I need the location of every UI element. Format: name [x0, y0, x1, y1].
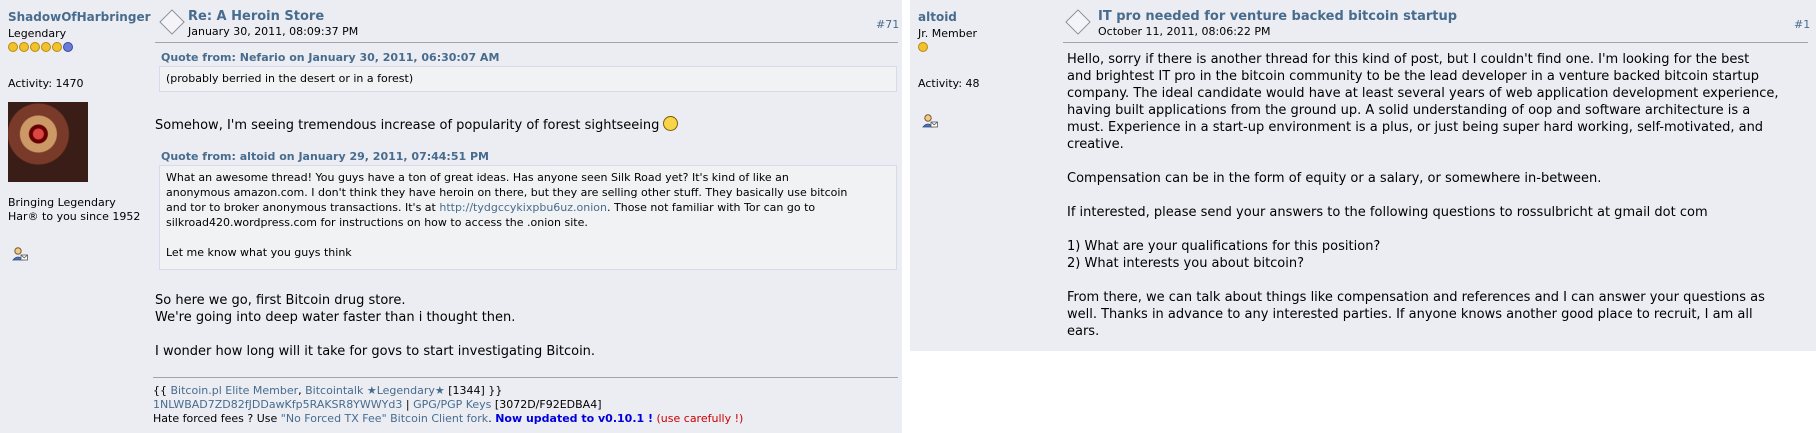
rank-star-icon: [52, 42, 62, 52]
bio-line: Bringing Legendary: [8, 196, 116, 209]
member-rank: Jr. Member: [918, 27, 977, 40]
post-number-link[interactable]: #71: [876, 18, 899, 31]
rank-star-icon: [8, 42, 18, 52]
sig-text: |: [402, 398, 414, 411]
sig-link-bitcointalk[interactable]: Bitcointalk ★Legendary★: [305, 384, 445, 397]
body-line: So here we go, first Bitcoin drug store.: [155, 293, 406, 308]
sig-careful-text: (use carefully !): [653, 412, 744, 425]
sig-gpg-link[interactable]: GPG/PGP Keys: [413, 398, 491, 411]
sig-text: [1344] }}: [444, 384, 503, 397]
rank-star-icon: [30, 42, 40, 52]
post-date: October 11, 2011, 08:06:22 PM: [1098, 25, 1271, 38]
signature-divider: [153, 377, 898, 378]
quote-box: What an awesome thread! You guys have a …: [159, 165, 897, 270]
post-subject-link[interactable]: IT pro needed for venture backed bitcoin…: [1098, 9, 1457, 24]
onion-link[interactable]: http://tydgccykixpbu6uz.onion: [439, 201, 607, 214]
signature-line: 1NLWBAD7ZD82fJDDawKfp5RAKSR8YWWYd3 | GPG…: [153, 398, 743, 412]
quote-text: and tor to broker anonymous transactions…: [166, 201, 440, 214]
rank-stars: [918, 42, 1068, 56]
body-line: 1) What are your qualifications for this…: [1067, 239, 1381, 254]
post-body: So here we go, first Bitcoin drug store.…: [155, 292, 595, 360]
smiley-icon: [663, 116, 679, 131]
body-line: From there, we can talk about things lik…: [1067, 290, 1765, 305]
body-line: If interested, please send your answers …: [1067, 205, 1708, 220]
signature-line: Hate forced fees ? Use "No Forced TX Fee…: [153, 412, 743, 426]
quote-line: What an awesome thread! You guys have a …: [166, 171, 789, 184]
post-subject-link[interactable]: Re: A Heroin Store: [188, 9, 324, 24]
quote-line: anonymous amazon.com. I don't think they…: [166, 186, 848, 199]
poster-info: ShadowOfHarbringer Legendary: [8, 10, 158, 56]
quote-header-link[interactable]: Quote from: Nefario on January 30, 2011,…: [161, 51, 499, 64]
body-line: creative.: [1067, 137, 1124, 152]
rank-star-icon: [19, 42, 29, 52]
body-line: having built applications from the groun…: [1067, 103, 1751, 118]
avatar: [8, 102, 88, 182]
paragraph-text: Somehow, I'm seeing tremendous increase …: [155, 118, 660, 133]
body-line: company. The ideal candidate would have …: [1067, 86, 1779, 101]
personal-message-icon[interactable]: [922, 113, 938, 129]
quote-text: . Those not familiar with Tor can go to: [607, 201, 816, 214]
member-rank: Legendary: [8, 27, 67, 40]
sig-text: Hate forced fees ? Use: [153, 412, 281, 425]
body-line: must. Experience in a start-up environme…: [1067, 120, 1764, 135]
sig-client-fork-link[interactable]: "No Forced TX Fee" Bitcoin Client fork: [281, 412, 488, 425]
body-line: and brightest IT pro in the bitcoin comm…: [1067, 69, 1760, 84]
quote-line: and tor to broker anonymous transactions…: [166, 200, 890, 215]
quote-line: Let me know what you guys think: [166, 246, 352, 259]
post-paragraph: Somehow, I'm seeing tremendous increase …: [155, 116, 679, 134]
sig-link-bitcoin-pl[interactable]: Bitcoin.pl Elite Member: [171, 384, 299, 397]
body-line: well. Thanks in advance to any intereste…: [1067, 307, 1753, 322]
poster-info: altoid Jr. Member: [918, 10, 1068, 56]
body-line: Hello, sorry if there is another thread …: [1067, 52, 1750, 67]
rank-stars: [8, 42, 158, 56]
activity-count: Activity: 1470: [8, 77, 84, 90]
signature: {{ Bitcoin.pl Elite Member, Bitcointalk …: [153, 384, 743, 426]
signature-line: {{ Bitcoin.pl Elite Member, Bitcointalk …: [153, 384, 743, 398]
quote-box: (probably berried in the desert or in a …: [159, 66, 897, 92]
post-right: altoid Jr. Member Activity: 48 IT pro ne…: [910, 0, 1816, 351]
personal-message-icon[interactable]: [12, 246, 28, 262]
activity-count: Activity: 48: [918, 77, 980, 90]
body-line: ears.: [1067, 324, 1100, 339]
post-date: January 30, 2011, 08:09:37 PM: [188, 25, 359, 38]
body-line: 2) What interests you about bitcoin?: [1067, 256, 1305, 271]
sig-address-link[interactable]: 1NLWBAD7ZD82fJDDawKfp5RAKSR8YWWYd3: [153, 398, 402, 411]
rank-star-icon: [41, 42, 51, 52]
body-line: We're going into deep water faster than …: [155, 310, 516, 325]
message-icon: [1065, 9, 1091, 35]
post-body: Hello, sorry if there is another thread …: [1067, 51, 1779, 340]
rank-star-icon: [918, 42, 928, 52]
post-left: ShadowOfHarbringer Legendary Activity: 1…: [0, 0, 902, 433]
message-icon: [159, 9, 185, 35]
divider: [1063, 42, 1808, 43]
divider: [155, 42, 898, 43]
quote-line: silkroad420.wordpress.com for instructio…: [166, 216, 588, 229]
quote-text: (probably berried in the desert or in a …: [166, 72, 414, 85]
body-line: I wonder how long will it take for govs …: [155, 344, 596, 359]
username-link[interactable]: altoid: [918, 10, 1068, 24]
post-number-link[interactable]: #1: [1794, 18, 1810, 31]
member-bio: Bringing Legendary Har® to you since 195…: [8, 196, 140, 224]
bio-line: Har® to you since 1952: [8, 210, 141, 223]
rank-star-icon: [63, 42, 73, 52]
quote-header-link[interactable]: Quote from: altoid on January 29, 2011, …: [161, 150, 489, 163]
sig-text: [3072D/F92EDBA4]: [491, 398, 602, 411]
body-line: Compensation can be in the form of equit…: [1067, 171, 1602, 186]
sig-updated-link[interactable]: Now updated to v0.10.1 !: [495, 412, 653, 425]
username-link[interactable]: ShadowOfHarbringer: [8, 10, 158, 24]
sig-text: {{: [153, 384, 171, 397]
